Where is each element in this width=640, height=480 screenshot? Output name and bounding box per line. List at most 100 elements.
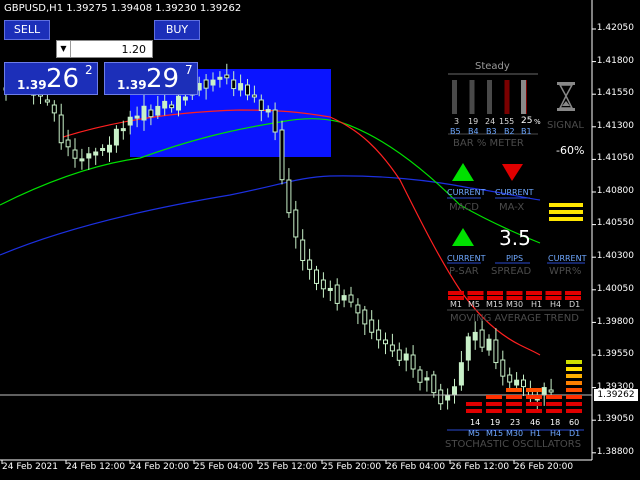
one-click-trading-panel: SELL ▼ 1.20 BUY 1.39 26 2 1.39 29 7 <box>4 20 200 95</box>
ma-trend-block <box>467 291 484 295</box>
stoch-tf: H4 <box>550 429 562 438</box>
candle-body <box>100 147 106 151</box>
bar-code: B4 <box>468 127 479 136</box>
ma-trend-block <box>487 291 503 295</box>
stoch-bar-segment <box>506 402 522 406</box>
buy-button[interactable]: BUY <box>154 20 200 40</box>
ma-trend-tf: H4 <box>550 300 562 309</box>
bar-meter-bar <box>469 80 475 114</box>
buy-price-button[interactable]: 1.39 29 7 <box>104 62 198 95</box>
bar-pct-symbol: % <box>534 118 541 126</box>
stoch-bar-segment <box>566 409 582 413</box>
candle-body <box>424 377 430 381</box>
bar-code: B3 <box>486 127 497 136</box>
stoch-label: STOCHASTIC OSCILLATORS <box>445 439 582 450</box>
x-label: 24 Feb 12:00 <box>66 462 126 472</box>
candle-body <box>389 344 395 352</box>
candle-body <box>224 74 230 79</box>
bar-meter-bar <box>452 80 457 114</box>
signal-bars-icon <box>549 203 583 221</box>
stoch-bar-segment <box>506 409 522 413</box>
bar-value: 3 <box>454 117 460 126</box>
sell-price-button[interactable]: 1.39 26 2 <box>4 62 98 95</box>
candle-body <box>307 259 313 270</box>
x-label: 25 Feb 20:00 <box>322 462 382 472</box>
candle-body <box>493 339 499 364</box>
candle-body <box>362 309 368 325</box>
candle-body <box>396 349 402 361</box>
stoch-bar-segment <box>526 388 542 392</box>
current-price-tag: 1.39262 <box>594 389 638 401</box>
stoch-bar-segment <box>566 388 582 392</box>
candle-body <box>479 329 485 348</box>
candle-body <box>458 362 464 386</box>
lot-size-input[interactable]: ▼ 1.20 <box>56 40 153 58</box>
spread-sub: PIPS <box>506 254 524 263</box>
candle-body <box>58 114 64 144</box>
stoch-bar-segment <box>506 388 522 392</box>
candle-body <box>486 338 492 351</box>
candle-body <box>217 76 223 80</box>
candle-body <box>507 374 513 383</box>
stoch-value: 60 <box>569 418 580 427</box>
candle-body <box>431 374 437 394</box>
bar-value: 24 <box>485 117 496 126</box>
stoch-bar-segment <box>486 402 502 406</box>
stoch-bar-segment <box>526 402 542 406</box>
stoch-tf: M30 <box>506 429 524 438</box>
symbol-info: GBPUSD,H1 1.39275 1.39408 1.39230 1.3926… <box>4 3 242 14</box>
ma-trend-block <box>506 291 523 295</box>
bar-code: B1 <box>521 127 532 136</box>
macd-sub: CURRENT <box>447 188 486 197</box>
candle-body <box>438 389 444 405</box>
max-label: MA-X <box>499 202 525 213</box>
ma-trend-tf: H1 <box>531 300 543 309</box>
candle-body <box>169 104 175 109</box>
candle-body <box>120 128 126 132</box>
y-label: 1.40300 <box>596 251 634 261</box>
y-label: 1.40800 <box>596 186 634 196</box>
candle-body <box>514 379 520 386</box>
candle-body <box>231 79 237 90</box>
candle-body <box>93 151 99 156</box>
x-label: 26 Feb 12:00 <box>450 462 510 472</box>
x-label: 24 Feb 2021 <box>2 462 59 472</box>
y-label: 1.39800 <box>596 317 634 327</box>
sell-button[interactable]: SELL <box>4 20 50 40</box>
candle-body <box>341 295 347 301</box>
ma-trend-block <box>545 291 562 295</box>
bar-code: B2 <box>504 127 515 136</box>
lot-dropdown-icon[interactable]: ▼ <box>57 41 71 57</box>
y-label: 1.39050 <box>596 414 634 424</box>
candle-body <box>155 105 161 116</box>
x-label: 26 Feb 04:00 <box>386 462 446 472</box>
stoch-bar-segment <box>566 374 582 378</box>
ma-trend-tf: M1 <box>450 300 462 309</box>
wpr-label: WPR% <box>549 266 582 277</box>
candle-body <box>383 339 388 345</box>
psar-label: P-SAR <box>449 266 479 277</box>
ma-trend-label: MOVING AVERAGE TREND <box>450 313 579 324</box>
candle-body <box>162 100 168 109</box>
candle-body <box>113 128 119 146</box>
bar-value: 19 <box>468 117 479 126</box>
y-label: 1.41300 <box>596 121 634 131</box>
candle-body <box>72 149 78 159</box>
stoch-bar-segment <box>566 360 582 364</box>
stoch-value: 23 <box>510 418 521 427</box>
signal-label: SIGNAL <box>547 120 584 131</box>
candle-body <box>251 94 257 98</box>
candle-body <box>521 379 526 388</box>
stoch-value: 14 <box>470 418 481 427</box>
candle-body <box>314 269 319 284</box>
candle-body <box>452 386 457 396</box>
candle-body <box>258 99 264 111</box>
candle-body <box>548 389 554 393</box>
signal-value: -60% <box>556 144 585 157</box>
spread-label: SPREAD <box>491 266 532 277</box>
candle-body <box>348 294 354 303</box>
candle-body <box>445 394 451 401</box>
spread-value: 3.5 <box>499 226 531 250</box>
bar-meter-bar <box>521 80 526 114</box>
bar-meter-label: BAR % METER <box>453 138 524 149</box>
